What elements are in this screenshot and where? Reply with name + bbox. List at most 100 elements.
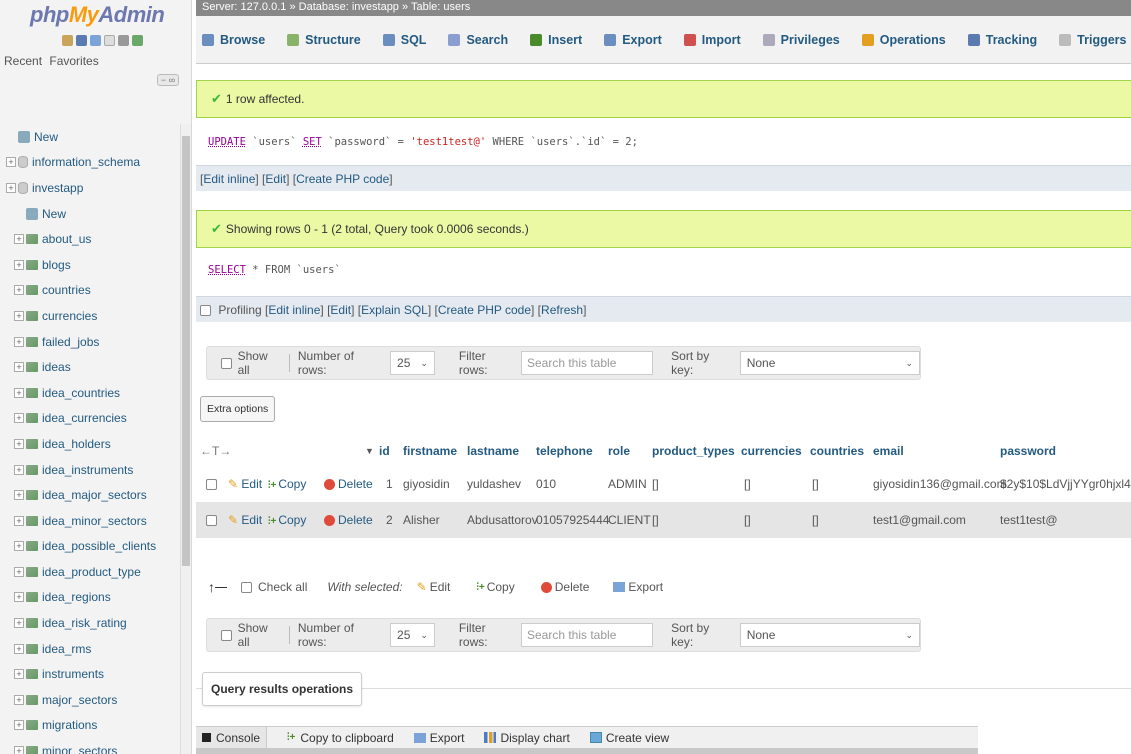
expand-icon[interactable]: + — [14, 566, 24, 577]
create-php-code-link[interactable]: Create PHP code — [296, 172, 389, 186]
menu-tab-structure[interactable]: Structure — [287, 33, 361, 47]
cell-email[interactable]: test1@gmail.com — [873, 513, 966, 527]
filter-rows-input[interactable]: Search this table — [520, 623, 654, 647]
nav-item-new[interactable]: New — [0, 201, 180, 227]
show-all-checkbox[interactable] — [221, 357, 232, 369]
help-icon[interactable] — [90, 34, 101, 46]
expand-icon[interactable]: + — [14, 234, 24, 245]
row-checkbox[interactable] — [206, 514, 217, 526]
display-chart-link[interactable]: Display chart — [484, 731, 570, 745]
table-row[interactable]: ✎ Edit ⫶+ Copy Delete 2 Alisher Abdusattorov 01… — [196, 502, 1131, 538]
header-currencies[interactable]: currencies — [741, 444, 802, 458]
nav-item-idea-risk-rating[interactable]: + idea_risk_rating — [0, 610, 180, 636]
sort-by-key-select[interactable]: None ⌄ — [739, 351, 920, 375]
expand-icon[interactable]: + — [14, 413, 24, 424]
horizontal-scrollbar[interactable] — [196, 748, 978, 754]
row-edit-button[interactable]: ✎ Edit — [228, 477, 262, 491]
expand-icon[interactable]: + — [6, 157, 16, 168]
nav-item-major-sectors[interactable]: + major_sectors — [0, 687, 180, 713]
nav-item-idea-product-type[interactable]: + idea_product_type — [0, 559, 180, 585]
nav-item-idea-possible-clients[interactable]: + idea_possible_clients — [0, 534, 180, 560]
expand-icon[interactable]: + — [14, 310, 24, 321]
edit-link[interactable]: Edit — [265, 172, 286, 186]
query-results-operations-tab[interactable]: Query results operations — [202, 672, 363, 706]
header-firstname[interactable]: firstname — [403, 444, 457, 458]
cell-role[interactable]: ADMIN — [608, 477, 647, 491]
phpmyadmin-logo[interactable]: phpMyAdmin — [0, 0, 191, 30]
expand-icon[interactable]: + — [14, 285, 24, 296]
expand-icon[interactable]: + — [14, 259, 24, 270]
cell-product-types[interactable]: [] — [652, 477, 659, 491]
header-lastname[interactable]: lastname — [467, 444, 519, 458]
cell-firstname[interactable]: giyosidin — [403, 477, 450, 491]
table-link[interactable]: Table: users — [411, 1, 470, 13]
cell-countries[interactable]: [] — [812, 477, 819, 491]
nav-item-instruments[interactable]: + instruments — [0, 661, 180, 687]
expand-icon[interactable]: + — [14, 362, 24, 373]
nav-item-minor-sectors[interactable]: + minor_sectors — [0, 738, 180, 754]
edit-inline-link[interactable]: Edit inline — [203, 172, 255, 186]
create-view-link[interactable]: Create view — [589, 731, 669, 745]
console-button[interactable]: Console — [196, 726, 268, 749]
bulk-copy-button[interactable]: Copy — [487, 580, 515, 594]
extra-options-button[interactable]: Extra options — [200, 396, 276, 422]
nav-item-failed-jobs[interactable]: + failed_jobs — [0, 329, 180, 355]
bulk-delete-button[interactable]: Delete — [555, 580, 590, 594]
expand-icon[interactable]: + — [14, 694, 24, 705]
number-of-rows-select[interactable]: 25 ⌄ — [390, 351, 435, 375]
nav-item-currencies[interactable]: + currencies — [0, 303, 180, 329]
explain-sql-link[interactable]: Explain SQL — [361, 303, 428, 317]
nav-item-ideas[interactable]: + ideas — [0, 354, 180, 380]
sql-keyword[interactable]: SET — [303, 136, 322, 148]
check-all-label[interactable]: Check all — [258, 580, 307, 594]
logout-icon[interactable] — [76, 34, 87, 46]
row-copy-button[interactable]: ⫶+ Copy — [268, 477, 306, 491]
row-checkbox[interactable] — [206, 478, 217, 490]
docs-icon[interactable] — [104, 34, 115, 46]
nav-item-idea-currencies[interactable]: + idea_currencies — [0, 406, 180, 432]
nav-item-idea-minor-sectors[interactable]: + idea_minor_sectors — [0, 508, 180, 534]
expand-icon[interactable]: + — [6, 182, 16, 193]
expand-icon[interactable]: + — [14, 490, 24, 501]
settings-icon[interactable] — [118, 34, 129, 46]
expand-icon[interactable]: + — [14, 618, 24, 629]
menu-tab-search[interactable]: Search — [448, 33, 508, 47]
nav-item-idea-holders[interactable]: + idea_holders — [0, 431, 180, 457]
server-link[interactable]: Server: 127.0.0.1 — [202, 1, 286, 13]
nav-item-countries[interactable]: + countries — [0, 278, 180, 304]
table-row[interactable]: ✎ Edit ⫶+ Copy Delete 1 giyosidin yuldashev 010… — [196, 466, 1131, 502]
nav-item-migrations[interactable]: + migrations — [0, 713, 180, 739]
menu-tab-import[interactable]: Import — [683, 33, 741, 47]
home-icon[interactable] — [62, 34, 73, 46]
header-telephone[interactable]: telephone — [536, 444, 593, 458]
number-of-rows-select[interactable]: 25 ⌄ — [390, 623, 435, 647]
refresh-link[interactable]: Refresh — [541, 303, 583, 317]
export-link[interactable]: Export — [413, 731, 464, 745]
cell-id[interactable]: 1 — [386, 477, 393, 491]
nav-item-investapp[interactable]: + investapp — [0, 175, 180, 201]
sql-keyword[interactable]: UPDATE — [208, 136, 246, 148]
create-php-code-link[interactable]: Create PHP code — [438, 303, 531, 317]
header-product-types[interactable]: product_types — [652, 444, 735, 458]
nav-item-information-schema[interactable]: + information_schema — [0, 150, 180, 176]
menu-tab-insert[interactable]: Insert — [530, 33, 582, 47]
nav-item-about-us[interactable]: + about_us — [0, 226, 180, 252]
row-edit-button[interactable]: ✎ Edit — [228, 513, 262, 527]
nav-item-blogs[interactable]: + blogs — [0, 252, 180, 278]
nav-item-idea-regions[interactable]: + idea_regions — [0, 585, 180, 611]
menu-tab-export[interactable]: Export — [604, 33, 662, 47]
expand-icon[interactable]: + — [14, 643, 24, 654]
cell-password[interactable]: $2y$10$LdVjjYYgr0hjxl4Bvt — [1000, 477, 1131, 491]
row-copy-button[interactable]: ⫶+ Copy — [268, 513, 306, 527]
cell-currencies[interactable]: [] — [744, 513, 751, 527]
database-link[interactable]: Database: investapp — [299, 1, 399, 13]
cell-countries[interactable]: [] — [812, 513, 819, 527]
nav-item-idea-major-sectors[interactable]: + idea_major_sectors — [0, 482, 180, 508]
collapse-all-icon[interactable]: − ∞ — [157, 74, 179, 86]
expand-icon[interactable]: + — [14, 746, 24, 754]
nav-scrollbar[interactable] — [180, 124, 191, 754]
cell-role[interactable]: CLIENT — [608, 513, 651, 527]
cell-password[interactable]: test1test@ — [1000, 513, 1058, 527]
expand-icon[interactable]: + — [14, 720, 24, 731]
expand-icon[interactable]: + — [14, 541, 24, 552]
